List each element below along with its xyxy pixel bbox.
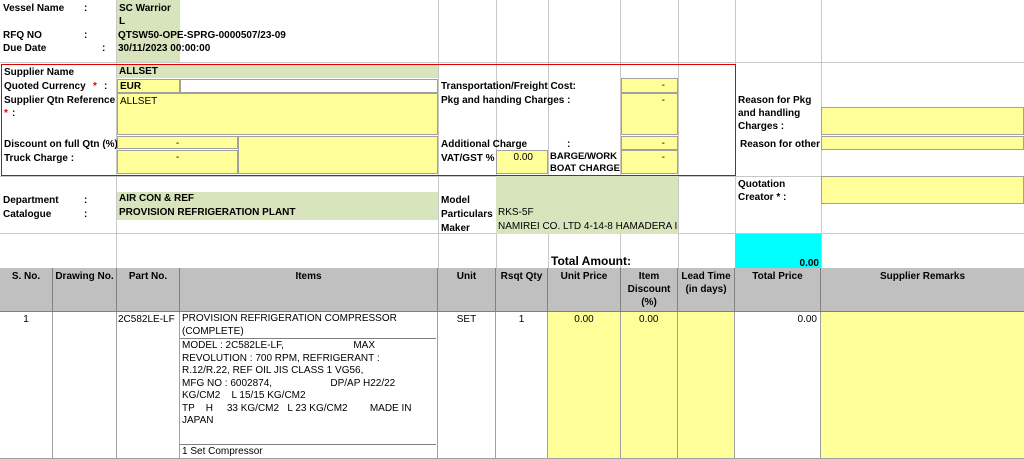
reason-pkg-input[interactable] xyxy=(821,107,1024,135)
row1-discount-input[interactable]: 0.00 xyxy=(621,312,678,459)
additional-charge-input[interactable]: - xyxy=(621,136,678,150)
row1-drawing xyxy=(53,312,117,459)
barge-charge-input[interactable]: - xyxy=(621,150,678,174)
col-discount-header: Item Discount (%) xyxy=(621,268,678,312)
row1-unit-price-input[interactable]: 0.00 xyxy=(548,312,621,459)
vessel-name-label: Vessel Name xyxy=(3,3,65,14)
particulars-value: RKS-5F xyxy=(496,206,678,220)
reason-other-input[interactable] xyxy=(821,136,1024,150)
col-drawing-header: Drawing No. xyxy=(53,268,117,312)
supplier-name-label: Supplier Name xyxy=(4,67,75,78)
vessel-name-text: SC Warrior xyxy=(119,3,171,14)
discount-label: Discount on full Qtn (%) xyxy=(4,139,118,150)
qtn-reference-input[interactable]: ALLSET xyxy=(117,93,438,135)
department-value: AIR CON & REF xyxy=(117,192,438,206)
row1-item-note: 1 Set Compressor xyxy=(182,446,263,457)
quoted-currency-select[interactable]: EUR xyxy=(117,79,180,93)
quotation-creator-input[interactable] xyxy=(821,176,1024,204)
reason-other-label: Reason for other xyxy=(740,139,821,150)
col-unit-price-header: Unit Price xyxy=(548,268,621,312)
particulars-label: Particulars xyxy=(441,209,493,220)
col-items-header: Items xyxy=(180,268,438,312)
row1-remarks-input[interactable] xyxy=(821,312,1024,459)
model-value xyxy=(496,176,678,206)
quoted-currency-label: Quoted Currency xyxy=(4,81,86,92)
row1-part: 2C582LE-LF xyxy=(117,312,180,459)
qtn-reference-star: * xyxy=(4,108,8,119)
pkg-charges-label: Pkg and handing Charges : xyxy=(441,95,571,106)
reason-pkg-label: Reason for Pkg and handling Charges : xyxy=(738,95,812,132)
department-label: Department xyxy=(3,195,59,206)
row1-item-description: MODEL : 2C582LE-LF, MAX REVOLUTION : 700… xyxy=(182,340,412,426)
discount-truck-extra xyxy=(238,136,438,174)
barge-charge-label: BARGE/WORKBOAT CHARGE xyxy=(550,151,621,174)
department-colon: : xyxy=(84,195,88,206)
supplier-name-value: ALLSET xyxy=(117,65,438,78)
col-sno-header: S. No. xyxy=(0,268,53,312)
row1-sno: 1 xyxy=(0,312,53,459)
currency-colon: : xyxy=(104,81,108,92)
col-total-price-header: Total Price xyxy=(735,268,821,312)
catalogue-value: PROVISION REFRIGERATION PLANT xyxy=(117,206,438,220)
col-part-header: Part No. xyxy=(117,268,180,312)
vat-input[interactable]: 0.00 xyxy=(496,150,548,174)
qtn-reference-colon: : xyxy=(12,108,16,119)
col-lead-time-header: Lead Time (in days) xyxy=(678,268,735,312)
vessel-name-colon: : xyxy=(84,3,88,14)
quotation-creator-label: Quotation Creator * : xyxy=(738,179,787,203)
catalogue-colon: : xyxy=(84,209,88,220)
due-date-value: 30/11/2023 00:00:00 xyxy=(118,43,211,54)
qtn-reference-label: Supplier Qtn Reference xyxy=(4,95,116,106)
row1-item-title: PROVISION REFRIGERATION COMPRESSOR (COMP… xyxy=(182,313,397,337)
currency-extra-cell xyxy=(180,79,438,93)
due-date-label: Due Date xyxy=(3,43,47,54)
maker-label: Maker xyxy=(441,223,470,234)
model-label: Model xyxy=(441,195,470,206)
col-unit-header: Unit xyxy=(438,268,496,312)
total-amount-label: Total Amount: xyxy=(551,254,631,268)
vessel-name-wrap: L xyxy=(119,16,126,27)
row1-total-price: 0.00 xyxy=(735,312,821,459)
transport-cost-label: Transportation/Freight Cost: xyxy=(441,81,576,92)
pkg-charges-input[interactable]: - xyxy=(621,93,678,135)
due-date-colon: : xyxy=(102,43,106,54)
vat-label: VAT/GST % xyxy=(441,153,495,164)
maker-value: NAMIREI CO. LTD 4-14-8 HAMADERA IS xyxy=(496,220,678,234)
additional-charge-colon: : xyxy=(567,139,571,150)
rfq-value: QTSW50-OPE-SPRG-0000507/23-09 xyxy=(118,30,286,41)
row1-lead-time-input[interactable] xyxy=(678,312,735,459)
currency-required-star: * xyxy=(93,81,97,92)
col-remarks-header: Supplier Remarks xyxy=(821,268,1024,312)
discount-input[interactable]: - xyxy=(117,136,238,149)
transport-cost-input[interactable]: - xyxy=(621,78,678,93)
rfq-label: RFQ NO xyxy=(3,30,42,41)
truck-charge-label: Truck Charge : xyxy=(4,153,75,164)
truck-charge-input[interactable]: - xyxy=(117,150,238,174)
row1-unit: SET xyxy=(438,312,496,459)
row1-items-cell: PROVISION REFRIGERATION COMPRESSOR (COMP… xyxy=(180,312,438,459)
col-qty-header: Rsqt Qty xyxy=(496,268,548,312)
catalogue-label: Catalogue xyxy=(3,209,52,220)
row1-qty: 1 xyxy=(496,312,548,459)
rfq-colon: : xyxy=(84,30,88,41)
